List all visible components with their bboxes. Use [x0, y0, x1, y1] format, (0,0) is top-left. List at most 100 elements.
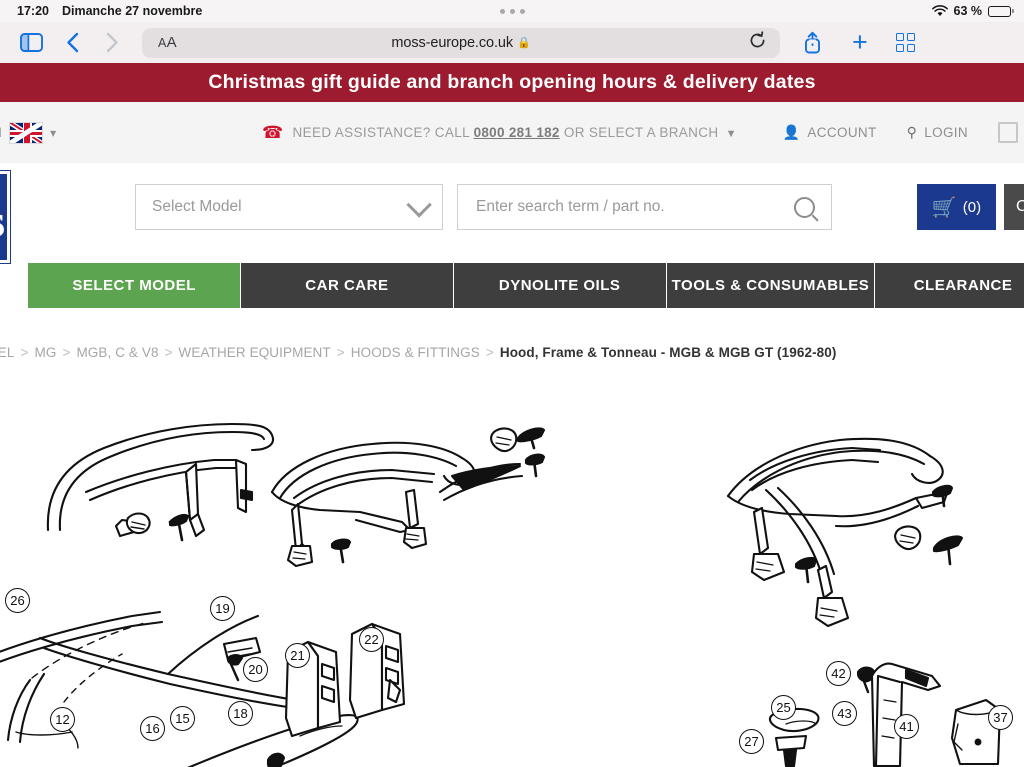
parts-diagram-artwork	[0, 422, 1002, 767]
secondary-button[interactable]: C	[1004, 184, 1024, 230]
breadcrumb-separator: >	[62, 344, 71, 360]
multitasking-dots-icon[interactable]	[499, 8, 525, 14]
tab-overview-icon[interactable]	[895, 33, 915, 52]
breadcrumb-item[interactable]: HOODS & FITTINGS	[351, 345, 480, 360]
battery-icon	[988, 5, 1014, 17]
breadcrumb-current: Hood, Frame & Tonneau - MGB & MGB GT (19…	[499, 344, 837, 360]
phone-number-link[interactable]: 0800 281 182	[474, 125, 560, 140]
search-input-placeholder: Enter search term / part no.	[476, 198, 665, 215]
diagram-callout-number: 21	[290, 648, 305, 663]
diagram-callout-25[interactable]: 25	[771, 695, 796, 720]
diagram-callout-number: 16	[145, 721, 160, 736]
promo-banner-text: Christmas gift guide and branch opening …	[208, 71, 816, 93]
assistance-bar: N ▾ ☎ NEED ASSISTANCE? CALL 0800 281 182…	[0, 102, 1024, 164]
ipad-status-bar: 17:20 Dimanche 27 novembre 63 %	[0, 0, 1024, 22]
url-text-wrap: moss-europe.co.uk 🔒	[142, 35, 780, 51]
diagram-callout-number: 27	[744, 734, 759, 749]
status-time: 17:20	[17, 4, 49, 18]
diagram-callout-number: 12	[55, 712, 70, 727]
moss-logo[interactable]: s	[0, 171, 10, 263]
diagram-callout-26[interactable]: 26	[5, 588, 30, 613]
diagram-callout-41[interactable]: 41	[894, 714, 919, 739]
diagram-callout-15[interactable]: 15	[170, 706, 195, 731]
nav-item-tools-consumables[interactable]: TOOLS & CONSUMABLES	[666, 263, 876, 308]
chevron-down-icon[interactable]: ▾	[50, 126, 56, 140]
nav-item-label: TOOLS & CONSUMABLES	[671, 277, 870, 294]
diagram-callout-number: 25	[776, 700, 791, 715]
assistance-message: ☎ NEED ASSISTANCE? CALL 0800 281 182 OR …	[262, 123, 737, 143]
parts-diagram: 1562375684856726192021221216151842432527…	[0, 380, 1024, 767]
diagram-callout-number: 26	[10, 593, 25, 608]
magnifier-icon[interactable]	[794, 196, 815, 218]
diagram-callout-20[interactable]: 20	[243, 657, 268, 682]
lock-icon: 🔒	[517, 37, 531, 49]
breadcrumb-separator: >	[20, 344, 29, 360]
triangle-down-icon[interactable]: ▼	[726, 128, 737, 140]
diagram-callout-number: 19	[215, 601, 230, 616]
language-label: N	[0, 125, 2, 140]
nav-item-label: CAR CARE	[305, 277, 389, 294]
plus-icon[interactable]: +	[852, 29, 868, 56]
login-label: LOGIN	[924, 125, 968, 140]
screen: 17:20 Dimanche 27 novembre 63 % AA moss-…	[0, 0, 1024, 767]
nav-item-clearance[interactable]: CLEARANCE	[875, 263, 1024, 308]
diagram-callout-16[interactable]: 16	[140, 716, 165, 741]
diagram-callout-37[interactable]: 37	[988, 705, 1013, 730]
breadcrumb-separator: >	[485, 344, 494, 360]
diagram-callout-42[interactable]: 42	[826, 661, 851, 686]
account-link[interactable]: 👤 ACCOUNT	[783, 124, 877, 141]
shopping-cart-icon: 🛒	[931, 196, 957, 219]
reload-icon[interactable]	[749, 30, 766, 55]
diagram-callout-19[interactable]: 19	[210, 596, 235, 621]
user-icon: 👤	[782, 124, 801, 140]
nav-item-select-model[interactable]: SELECT MODEL	[28, 263, 242, 308]
breadcrumb: MODEL > MG > MGB, C & V8 > WEATHER EQUIPMENT > H…	[0, 337, 990, 367]
diagram-callout-number: 41	[899, 719, 914, 734]
diagram-callout-12[interactable]: 12	[50, 707, 75, 732]
diagram-callout-27[interactable]: 27	[739, 729, 764, 754]
nav-item-label: SELECT MODEL	[72, 277, 196, 294]
account-label: ACCOUNT	[807, 125, 877, 140]
nav-item-dynolite-oils[interactable]: DYNOLITE OILS	[453, 263, 667, 308]
diagram-callout-18[interactable]: 18	[228, 701, 253, 726]
breadcrumb-item[interactable]: MODEL	[0, 345, 15, 360]
diagram-callout-43[interactable]: 43	[832, 701, 857, 726]
login-link[interactable]: ⚲ LOGIN	[907, 124, 968, 141]
panel-icon[interactable]	[998, 122, 1018, 143]
promo-banner[interactable]: Christmas gift guide and branch opening …	[0, 63, 1024, 102]
sidebar-icon[interactable]	[20, 33, 43, 52]
breadcrumb-item[interactable]: MG	[35, 345, 57, 360]
nav-item-label: DYNOLITE OILS	[498, 277, 621, 294]
uk-flag-icon	[9, 121, 44, 144]
diagram-callout-21[interactable]: 21	[285, 643, 310, 668]
language-selector[interactable]: N ▾	[0, 121, 56, 144]
chevron-left-icon[interactable]	[66, 32, 79, 53]
diagram-callout-number: 15	[175, 711, 190, 726]
model-select[interactable]: Select Model	[135, 184, 443, 230]
chevron-down-icon	[406, 192, 432, 218]
telephone-icon: ☎	[262, 122, 284, 142]
breadcrumb-item[interactable]: MGB, C & V8	[76, 345, 158, 360]
diagram-callout-22[interactable]: 22	[359, 627, 384, 652]
status-date: Dimanche 27 novembre	[61, 4, 203, 18]
main-navigation: SELECT MODEL CAR CARE DYNOLITE OILS TOOLS &…	[0, 263, 1024, 308]
url-text: moss-europe.co.uk	[391, 34, 513, 51]
search-row: s Select Model Enter search term / part …	[0, 163, 1024, 263]
wifi-icon	[931, 5, 948, 17]
breadcrumb-separator: >	[336, 344, 345, 360]
battery-percent: 63 %	[953, 4, 983, 18]
assistance-suffix: OR SELECT A BRANCH	[563, 125, 719, 140]
key-icon: ⚲	[906, 124, 918, 140]
breadcrumb-separator: >	[164, 344, 173, 360]
address-bar[interactable]: AA moss-europe.co.uk 🔒	[142, 27, 780, 58]
assistance-text: NEED ASSISTANCE? CALL 0800 281 182 OR SE…	[293, 125, 737, 140]
diagram-callout-number: 22	[364, 632, 379, 647]
share-icon[interactable]	[803, 31, 822, 54]
cart-button[interactable]: 🛒 (0)	[917, 184, 996, 230]
search-input[interactable]: Enter search term / part no.	[457, 184, 832, 230]
nav-item-label: CLEARANCE	[913, 277, 1013, 294]
breadcrumb-item[interactable]: WEATHER EQUIPMENT	[179, 345, 331, 360]
nav-item-car-care[interactable]: CAR CARE	[241, 263, 454, 308]
diagram-callout-number: 37	[993, 710, 1008, 725]
chevron-right-icon[interactable]	[106, 32, 119, 53]
